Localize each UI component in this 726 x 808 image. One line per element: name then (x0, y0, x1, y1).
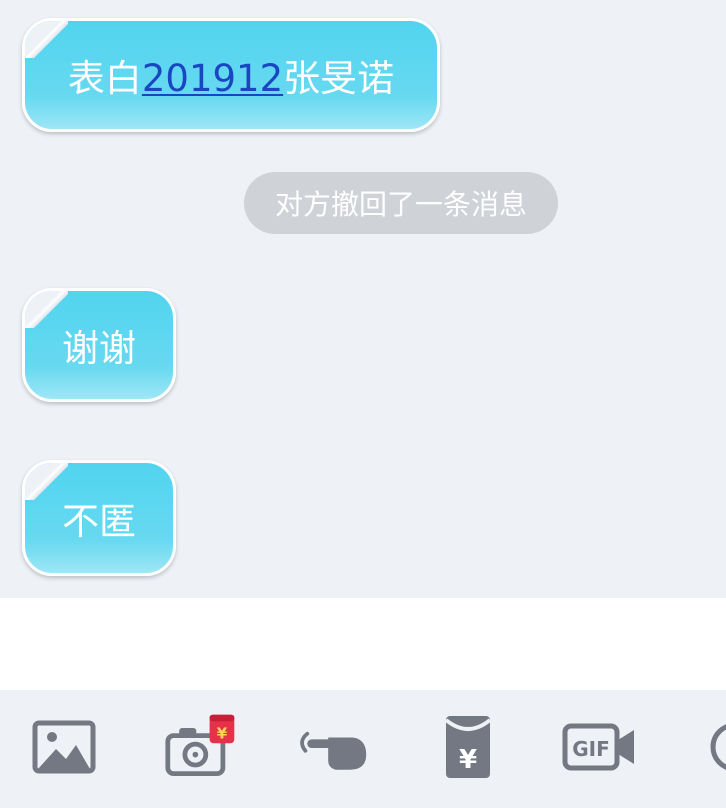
red-packet-icon: ¥ (444, 716, 492, 778)
more-button[interactable] (700, 712, 726, 782)
message-bubble[interactable]: 不匿 (22, 460, 176, 576)
gif-button[interactable]: GIF (562, 712, 638, 782)
camera-badge: ¥ (217, 724, 228, 742)
message-link[interactable]: 201912 (142, 57, 283, 100)
message-suffix: 张旻诺 (283, 57, 395, 100)
poke-icon (300, 731, 367, 770)
input-toolbar: ¥ ¥ GIF (0, 690, 726, 808)
red-packet-button[interactable]: ¥ (430, 712, 506, 782)
camera-icon: ¥ (165, 714, 235, 776)
red-packet-symbol: ¥ (459, 745, 477, 775)
camera-button[interactable]: ¥ (164, 712, 240, 782)
image-icon (32, 720, 96, 774)
message-list[interactable]: 表白201912张旻诺 对方撤回了一条消息 谢谢 不匿 (0, 0, 726, 598)
recall-notice: 对方撤回了一条消息 (244, 172, 558, 234)
message-text: 表白201912张旻诺 (68, 48, 394, 102)
message-prefix: 表白 (67, 57, 142, 100)
more-icon (710, 724, 726, 770)
gif-label: GIF (572, 737, 610, 761)
gif-icon: GIF (562, 723, 634, 771)
bubble-fold-decoration (25, 21, 68, 58)
message-text: 不匿 (62, 500, 136, 543)
message-bubble[interactable]: 表白201912张旻诺 (22, 18, 440, 132)
chat-screen: 表白201912张旻诺 对方撤回了一条消息 谢谢 不匿 ¥ ¥ GIF (0, 0, 726, 808)
poke-button[interactable] (294, 712, 370, 782)
image-button[interactable] (26, 712, 102, 782)
message-input[interactable] (0, 598, 726, 690)
message-text: 谢谢 (62, 327, 136, 370)
message-bubble[interactable]: 谢谢 (22, 288, 176, 402)
